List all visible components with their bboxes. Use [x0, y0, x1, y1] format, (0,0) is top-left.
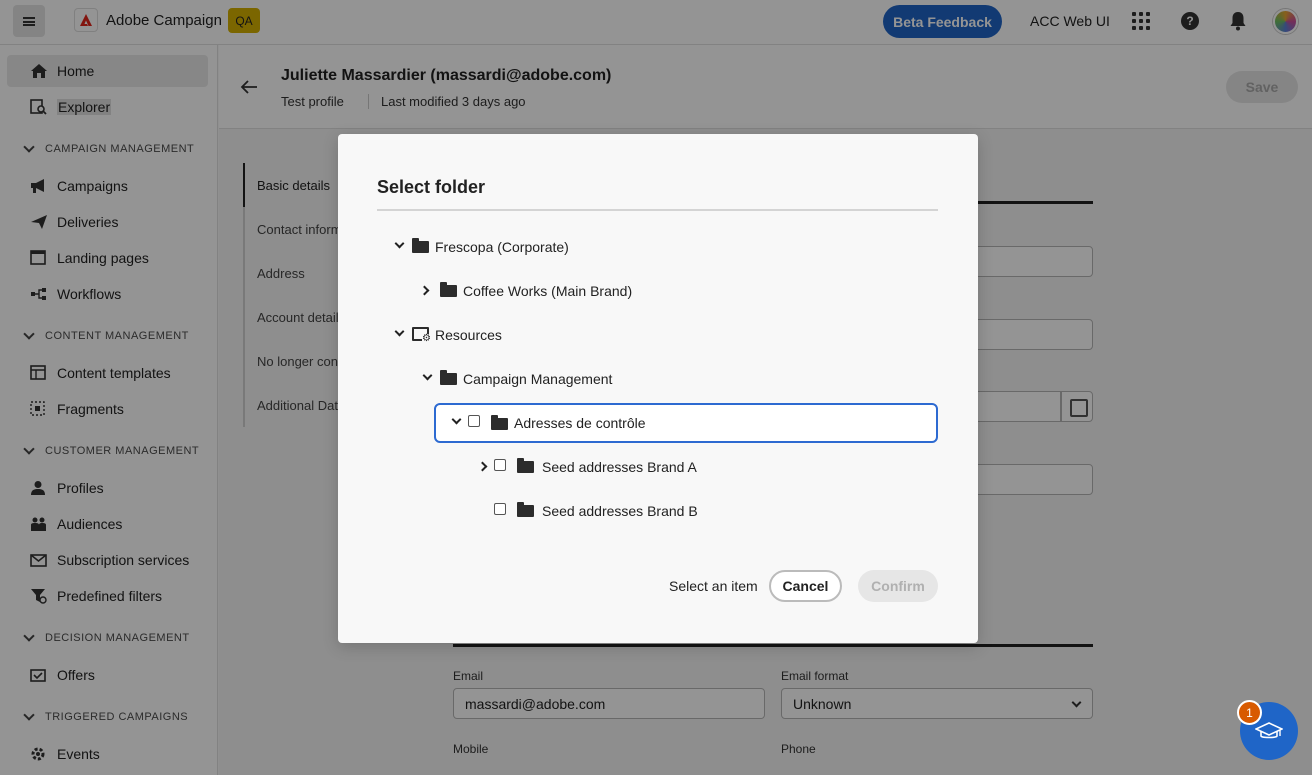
- dialog-title: Select folder: [377, 177, 486, 197]
- tree-item-seed-brand-a[interactable]: Seed addresses Brand A: [477, 447, 938, 487]
- chevron-down-icon[interactable]: [422, 370, 433, 381]
- graduation-cap-icon: [1255, 722, 1283, 739]
- folder-checkbox[interactable]: [468, 415, 480, 427]
- confirm-button[interactable]: Confirm: [858, 570, 938, 602]
- chevron-right-icon[interactable]: [477, 461, 488, 472]
- tree-item-seed-brand-b[interactable]: Seed addresses Brand B: [478, 491, 938, 531]
- select-folder-dialog: Select folder Frescopa (Corporate) Coffe…: [338, 134, 978, 643]
- tree-item-resources[interactable]: Resources: [392, 315, 932, 355]
- folder-icon: [440, 370, 457, 385]
- tree-item-coffee-works[interactable]: Coffee Works (Main Brand): [419, 271, 930, 311]
- tree-item-frescopa[interactable]: Frescopa (Corporate): [392, 227, 932, 267]
- chevron-down-icon[interactable]: [394, 326, 405, 337]
- folder-icon: [491, 415, 508, 430]
- folder-icon: [440, 282, 457, 297]
- tree-item-adresses-de-controle[interactable]: Adresses de contrôle: [434, 403, 938, 443]
- tree-item-campaign-management[interactable]: Campaign Management: [420, 359, 930, 399]
- dialog-divider: [377, 209, 938, 211]
- cancel-button[interactable]: Cancel: [769, 570, 842, 602]
- folder-icon: [517, 502, 534, 517]
- selection-status: Select an item: [669, 578, 758, 594]
- folder-icon: [517, 458, 534, 473]
- folder-icon: [412, 238, 429, 253]
- chevron-down-icon[interactable]: [451, 414, 462, 425]
- folder-checkbox[interactable]: [494, 459, 506, 471]
- notification-count-badge: 1: [1237, 700, 1262, 725]
- folder-checkbox[interactable]: [494, 503, 506, 515]
- chevron-down-icon[interactable]: [394, 238, 405, 249]
- chevron-right-icon[interactable]: [419, 285, 430, 296]
- resources-folder-icon: [412, 327, 431, 344]
